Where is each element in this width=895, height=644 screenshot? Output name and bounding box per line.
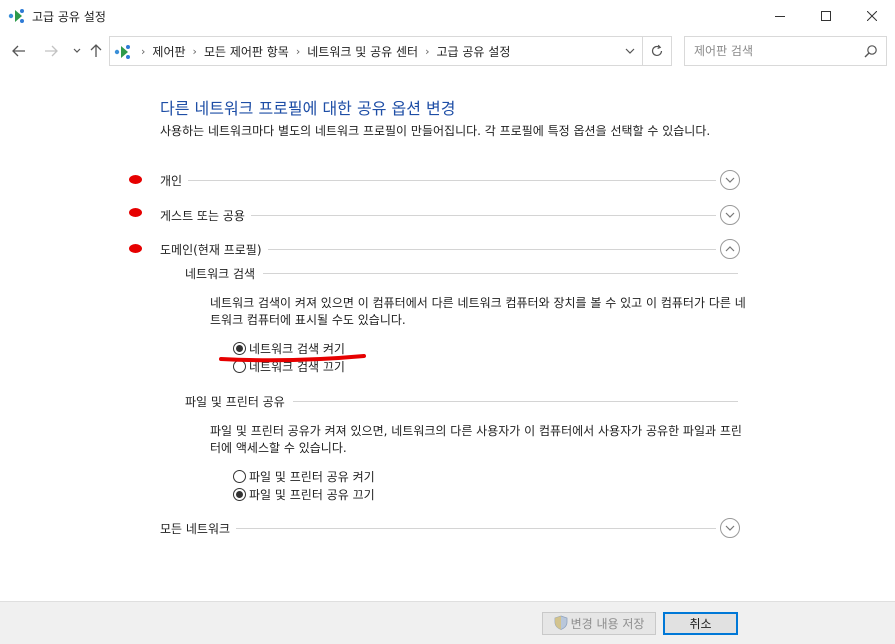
- annotation-dot: [129, 175, 142, 184]
- cancel-button[interactable]: 취소: [663, 612, 738, 635]
- annotation-dot: [129, 208, 142, 217]
- intro-text: 사용하는 네트워크마다 별도의 네트워크 프로필이 만들어집니다. 각 프로필에…: [160, 124, 711, 138]
- radio-selected-icon[interactable]: [233, 487, 246, 501]
- save-changes-button[interactable]: 변경 내용 저장: [542, 612, 656, 635]
- breadcrumb-separator-icon[interactable]: ›: [141, 45, 145, 58]
- save-changes-label: 변경 내용 저장: [570, 617, 645, 631]
- address-dropdown-chevron-icon[interactable]: [622, 43, 638, 59]
- chevron-up-icon[interactable]: [720, 239, 740, 259]
- annotation-dot: [129, 244, 142, 253]
- radio-label[interactable]: 파일 및 프린터 공유 끄기: [249, 486, 375, 503]
- chevron-down-icon[interactable]: [720, 518, 740, 538]
- close-button[interactable]: [849, 0, 895, 32]
- profile-label: 개인: [160, 172, 189, 189]
- profile-label: 게스트 또는 공용: [160, 207, 251, 224]
- divider: [160, 180, 716, 181]
- navigation-bar: › 제어판 › 모든 제어판 항목 › 네트워크 및 공유 센터 › 고급 공유…: [0, 32, 895, 70]
- profile-label: 모든 네트워크: [160, 520, 237, 537]
- breadcrumb-separator-icon[interactable]: ›: [296, 45, 300, 58]
- section-title: 파일 및 프린터 공유: [185, 393, 293, 410]
- footer-bar: 변경 내용 저장 취소: [0, 601, 895, 644]
- profile-section-domain[interactable]: 도메인(현재 프로필): [160, 238, 740, 260]
- main-content: 다른 네트워크 프로필에 대한 공유 옵션 변경 사용하는 네트워크마다 별도의…: [0, 70, 895, 601]
- breadcrumb-item-network-center[interactable]: 네트워크 및 공유 센터: [307, 43, 418, 60]
- radio-label[interactable]: 파일 및 프린터 공유 켜기: [249, 468, 375, 485]
- profile-label: 도메인(현재 프로필): [160, 241, 268, 258]
- address-bar[interactable]: › 제어판 › 모든 제어판 항목 › 네트워크 및 공유 센터 › 고급 공유…: [109, 36, 643, 66]
- minimize-button[interactable]: [757, 0, 803, 32]
- breadcrumb-item-all-items[interactable]: 모든 제어판 항목: [204, 43, 289, 60]
- refresh-icon: [651, 44, 663, 57]
- breadcrumb-item-control-panel[interactable]: 제어판: [152, 43, 185, 60]
- radio-file-sharing-off[interactable]: 파일 및 프린터 공유 끄기: [233, 486, 375, 502]
- file-printer-sharing-section: 파일 및 프린터 공유: [185, 392, 738, 410]
- network-location-icon: [114, 44, 132, 60]
- window-title: 고급 공유 설정: [32, 10, 106, 24]
- maximize-button[interactable]: [803, 0, 849, 32]
- profile-section-guest-public[interactable]: 게스트 또는 공용: [160, 204, 740, 226]
- profile-section-private[interactable]: 개인: [160, 169, 740, 191]
- breadcrumb-item-advanced-sharing[interactable]: 고급 공유 설정: [436, 43, 510, 60]
- section-title: 네트워크 검색: [185, 265, 264, 282]
- breadcrumb-separator-icon[interactable]: ›: [193, 45, 197, 58]
- search-input[interactable]: [685, 37, 855, 65]
- forward-button[interactable]: [40, 40, 62, 62]
- chevron-down-icon[interactable]: [720, 170, 740, 190]
- back-button[interactable]: [8, 40, 30, 62]
- breadcrumb: › 제어판 › 모든 제어판 항목 › 네트워크 및 공유 센터 › 고급 공유…: [134, 37, 510, 65]
- page-title: 다른 네트워크 프로필에 대한 공유 옵션 변경: [160, 99, 456, 118]
- radio-file-sharing-on[interactable]: 파일 및 프린터 공유 켜기: [233, 468, 375, 484]
- refresh-button[interactable]: [643, 36, 672, 66]
- annotation-underline: [219, 354, 366, 363]
- uac-shield-icon: [554, 615, 568, 633]
- up-button[interactable]: [85, 40, 107, 62]
- network-discovery-section: 네트워크 검색: [185, 264, 738, 282]
- title-bar: 고급 공유 설정: [0, 0, 895, 32]
- divider: [160, 528, 716, 529]
- divider: [185, 273, 738, 274]
- profile-section-all-networks[interactable]: 모든 네트워크: [160, 517, 740, 539]
- search-box[interactable]: [684, 36, 887, 66]
- search-icon[interactable]: [864, 44, 878, 61]
- breadcrumb-separator-icon[interactable]: ›: [425, 45, 429, 58]
- chevron-down-icon[interactable]: [720, 205, 740, 225]
- network-discovery-description: 네트워크 검색이 켜져 있으면 이 컴퓨터에서 다른 네트워크 컴퓨터와 장치를…: [210, 296, 746, 327]
- radio-unselected-icon[interactable]: [233, 469, 246, 483]
- network-app-icon: [8, 8, 26, 24]
- file-printer-sharing-description: 파일 및 프린터 공유가 켜져 있으면, 네트워크의 다른 사용자가 이 컴퓨터…: [210, 424, 742, 455]
